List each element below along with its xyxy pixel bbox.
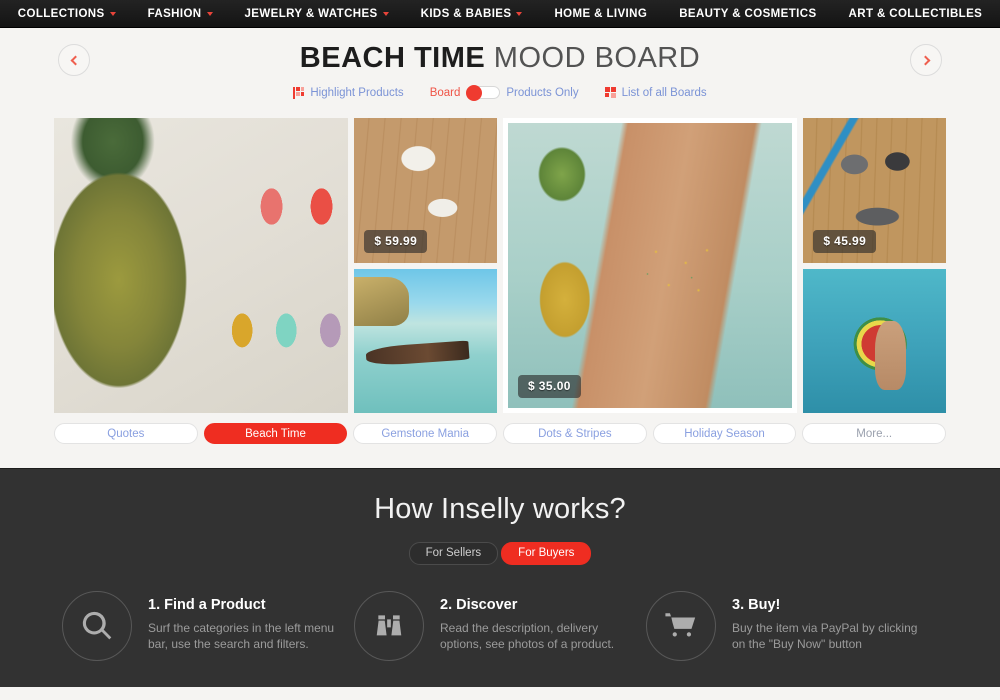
how-it-works-steps: 1. Find a Product Surf the categories in… (0, 591, 1000, 661)
step-find-a-product: 1. Find a Product Surf the categories in… (62, 591, 354, 661)
segment-for-buyers[interactable]: For Buyers (501, 542, 592, 565)
grid-icon (604, 87, 616, 98)
nav-item-kids-babies[interactable]: KIDS & BABIES (405, 8, 539, 20)
highlight-products-label: Highlight Products (310, 86, 404, 99)
board-tab-quotes[interactable]: Quotes (54, 423, 198, 444)
list-of-all-boards-control[interactable]: List of all Boards (604, 86, 707, 99)
step-description: Read the description, delivery options, … (440, 621, 615, 651)
step-discover: 2. Discover Read the description, delive… (354, 591, 646, 661)
product-image (508, 123, 793, 408)
nav-item-label: COLLECTIONS (17, 7, 105, 20)
nav-item-art-collectibles[interactable]: ART & COLLECTIBLES (833, 8, 999, 20)
board-tile-pineapple-print-bikini[interactable]: $ 35.00 (503, 118, 798, 413)
chevron-down-icon (516, 11, 523, 16)
nav-item-beauty-cosmetics[interactable]: BEAUTY & COSMETICS (663, 8, 832, 20)
nav-item-label: BEAUTY & COSMETICS (679, 7, 817, 20)
nav-item-home-living[interactable]: HOME & LIVING (538, 8, 663, 20)
nav-item-collections[interactable]: COLLECTIONS (2, 8, 132, 20)
board-tab-holiday-season[interactable]: Holiday Season (652, 423, 797, 444)
nav-item-label: KIDS & BABIES (420, 7, 512, 20)
how-it-works-section: How Inselly works? For Sellers For Buyer… (0, 468, 1000, 687)
step-title: 2. Discover (440, 597, 518, 613)
chevron-down-icon (382, 11, 389, 16)
price-badge: $ 35.00 (518, 375, 581, 398)
price-badge: $ 45.99 (813, 229, 877, 253)
highlight-products-control[interactable]: Highlight Products (293, 86, 404, 99)
how-it-works-title: How Inselly works? (374, 493, 626, 525)
nav-item-label: FASHION (147, 7, 202, 20)
product-image (354, 268, 497, 413)
mood-board-grid: $ 59.99 $ 35.00 $ 45.99 (54, 118, 946, 413)
board-tab-beach-time[interactable]: Beach Time (203, 423, 348, 444)
previous-board-button[interactable] (58, 44, 90, 76)
step-title: 3. Buy! (732, 597, 781, 613)
next-board-button[interactable] (910, 44, 942, 76)
board-tile-longtail-boat-beach[interactable] (354, 268, 497, 413)
board-products-toggle[interactable] (466, 85, 501, 101)
nav-item-jewelry-watches[interactable]: JEWELRY & WATCHES (229, 8, 405, 20)
top-navigation: COLLECTIONS FASHION JEWELRY & WATCHES KI… (0, 0, 1000, 28)
board-tab-more[interactable]: More... (802, 423, 947, 444)
toggle-knob (466, 85, 483, 101)
board-tile-floral-bikini[interactable]: $ 59.99 (354, 118, 497, 263)
board-tab-dots-stripes[interactable]: Dots & Stripes (503, 423, 647, 444)
board-controls: Highlight Products Board Products Only L… (293, 85, 707, 101)
board-title-light: MOOD BOARD (493, 42, 701, 74)
nav-item-label: JEWELRY & WATCHES (244, 7, 378, 20)
toggle-right-label: Products Only (506, 86, 579, 99)
chevron-left-icon (70, 55, 80, 65)
shopping-cart-icon (646, 591, 716, 661)
flag-icon (293, 86, 305, 99)
list-of-all-boards-label: List of all Boards (621, 86, 707, 99)
board-tile-grey-blue-bikini[interactable]: $ 45.99 (803, 118, 946, 263)
step-buy: 3. Buy! Buy the item via PayPal by click… (646, 591, 938, 661)
nav-item-fashion[interactable]: FASHION (132, 8, 229, 20)
chevron-down-icon (109, 11, 116, 16)
chevron-down-icon (206, 11, 213, 16)
price-badge: $ 59.99 (364, 229, 428, 253)
step-description: Surf the categories in the left menu bar… (148, 621, 335, 651)
board-tile-pineapple-nail-polish[interactable] (54, 118, 349, 413)
chevron-right-icon (920, 55, 930, 65)
board-title-strong: BEACH TIME (299, 42, 486, 74)
product-image (54, 118, 349, 413)
board-tile-watermelon-pool-float[interactable] (803, 268, 946, 413)
binoculars-icon (354, 591, 424, 661)
toggle-left-label: Board (429, 86, 461, 99)
board-products-toggle-control[interactable]: Board Products Only (429, 85, 579, 101)
nav-item-label: HOME & LIVING (554, 7, 648, 20)
board-tabs: Quotes Beach Time Gemstone Mania Dots & … (54, 423, 947, 444)
step-description: Buy the item via PayPal by clicking on t… (732, 621, 918, 651)
step-title: 1. Find a Product (148, 597, 266, 613)
board-tab-gemstone-mania[interactable]: Gemstone Mania (353, 423, 498, 444)
nav-item-label: ART & COLLECTIBLES (848, 7, 983, 20)
search-icon (62, 591, 132, 661)
segment-for-sellers[interactable]: For Sellers (408, 542, 499, 565)
audience-segmented-control: For Sellers For Buyers (0, 542, 1000, 565)
board-header: BEACH TIME MOOD BOARD Highlight Products… (0, 28, 1000, 106)
product-image (803, 268, 946, 413)
mood-board-section: BEACH TIME MOOD BOARD Highlight Products… (0, 28, 1000, 444)
page-title: BEACH TIME MOOD BOARD (300, 42, 700, 75)
